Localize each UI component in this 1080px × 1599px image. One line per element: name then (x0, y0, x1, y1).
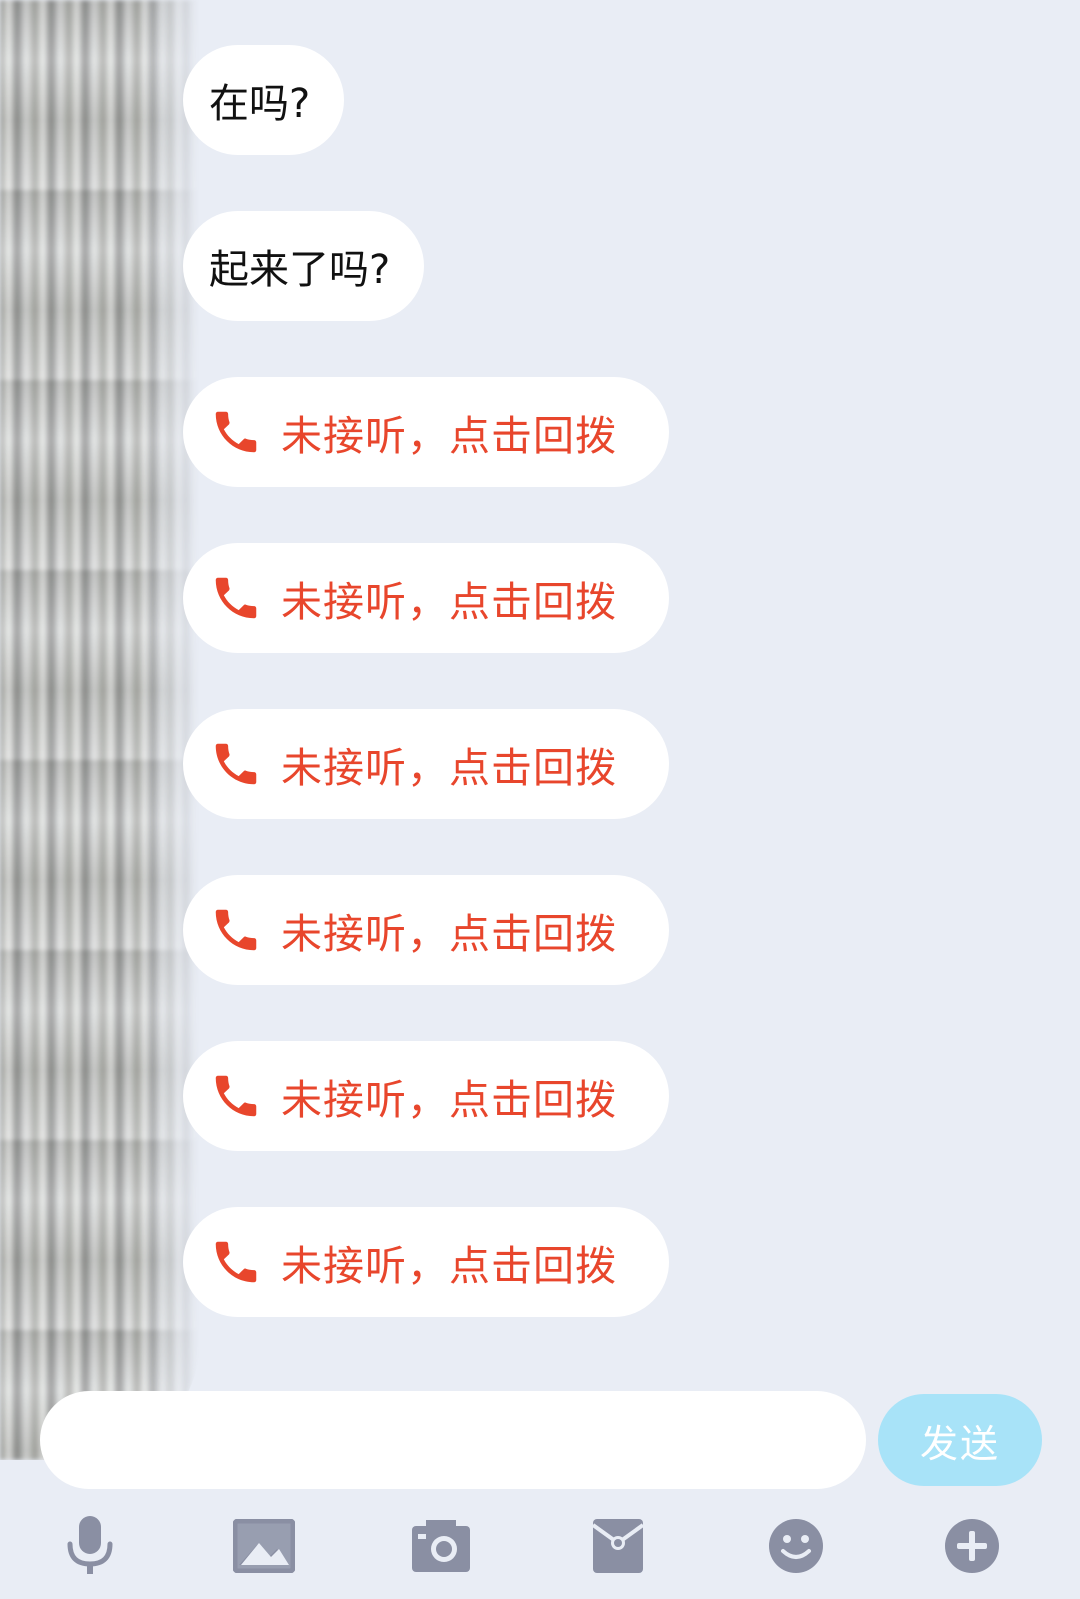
missed-call-bubble[interactable]: 未接听，点击回拨 (183, 1207, 669, 1317)
camera-icon (412, 1520, 470, 1572)
phone-icon (215, 1241, 257, 1283)
image-icon (233, 1519, 295, 1573)
input-toolbar (0, 1510, 1080, 1590)
send-button[interactable]: 发送 (878, 1394, 1042, 1486)
missed-call-bubble[interactable]: 未接听，点击回拨 (183, 377, 669, 487)
phone-icon (215, 411, 257, 453)
missed-call-bubble[interactable]: 未接听，点击回拨 (183, 543, 669, 653)
message-bubble[interactable]: 起来了吗? (183, 211, 425, 321)
message-text: 在吗? (209, 81, 311, 127)
emoji-button[interactable] (760, 1510, 832, 1582)
missed-call-label: 未接听，点击回拨 (281, 1242, 617, 1290)
missed-call-label: 未接听，点击回拨 (281, 412, 617, 460)
phone-icon (215, 909, 257, 951)
missed-call-bubble[interactable]: 未接听，点击回拨 (183, 709, 669, 819)
voice-button[interactable] (54, 1510, 126, 1582)
message-text: 起来了吗? (209, 247, 391, 293)
image-button[interactable] (228, 1510, 300, 1582)
blurred-avatar-strip (0, 0, 200, 1460)
microphone-icon (67, 1516, 113, 1574)
phone-icon (215, 1075, 257, 1117)
more-button[interactable] (936, 1510, 1008, 1582)
message-input[interactable] (40, 1391, 866, 1489)
camera-button[interactable] (405, 1510, 477, 1582)
message-bubble[interactable]: 在吗? (183, 45, 345, 155)
phone-icon (215, 577, 257, 619)
emoji-icon (769, 1519, 823, 1573)
red-packet-button[interactable] (582, 1510, 654, 1582)
missed-call-label: 未接听，点击回拨 (281, 1076, 617, 1124)
plus-icon (945, 1519, 999, 1573)
missed-call-label: 未接听，点击回拨 (281, 744, 617, 792)
missed-call-label: 未接听，点击回拨 (281, 910, 617, 958)
missed-call-bubble[interactable]: 未接听，点击回拨 (183, 1041, 669, 1151)
red-packet-icon (591, 1519, 645, 1573)
missed-call-bubble[interactable]: 未接听，点击回拨 (183, 875, 669, 985)
send-button-label: 发送 (919, 1421, 1000, 1466)
phone-icon (215, 743, 257, 785)
missed-call-label: 未接听，点击回拨 (281, 578, 617, 626)
